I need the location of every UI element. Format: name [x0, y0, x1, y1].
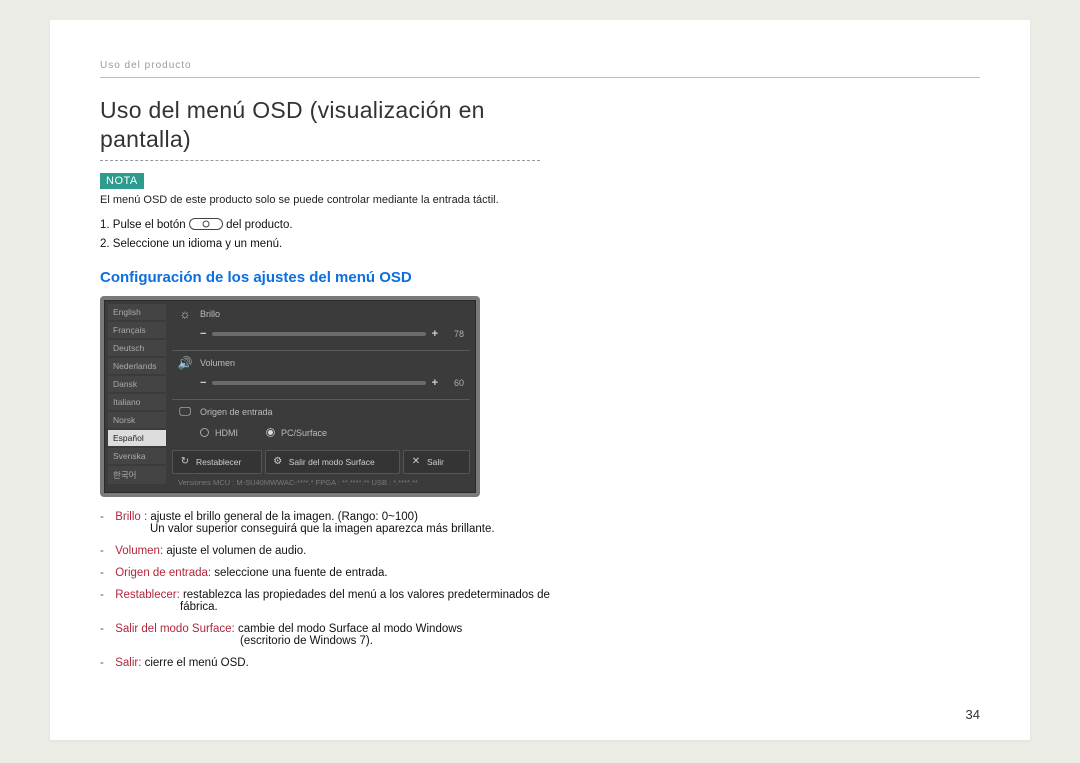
lang-deutsch[interactable]: Deutsch: [108, 340, 166, 356]
radio-off-icon: [200, 428, 209, 437]
exit-button[interactable]: ✕Salir: [403, 450, 470, 474]
lang-svenska[interactable]: Svenska: [108, 448, 166, 464]
header-rule: [100, 77, 980, 78]
version-row: Versiones MCU : M-SU40MWWAC-****.* FPGA …: [172, 474, 470, 489]
section-heading: Configuración de los ajustes del menú OS…: [100, 269, 980, 286]
page-number: 34: [966, 707, 980, 722]
volume-minus[interactable]: −: [200, 377, 206, 389]
def-origen: - Origen de entrada: seleccione una fuen…: [100, 567, 980, 579]
term-brillo: Brillo :: [115, 511, 147, 523]
breadcrumb: Uso del producto: [100, 60, 980, 71]
input-icon: 🖵: [176, 405, 194, 419]
brightness-minus[interactable]: −: [200, 328, 206, 340]
def-surface: - Salir del modo Surface: cambie del mod…: [100, 623, 980, 647]
lang-korean[interactable]: 한국어: [108, 466, 166, 484]
note-text: El menú OSD de este producto solo se pue…: [100, 194, 980, 206]
reset-icon: ↻: [179, 456, 191, 468]
close-icon: ✕: [410, 456, 422, 468]
step-1: 1. Pulse el botón del producto.: [100, 216, 980, 236]
term-origen: Origen de entrada:: [115, 567, 211, 579]
exit-surface-button[interactable]: ⚙Salir del modo Surface: [265, 450, 400, 474]
input-hdmi-option[interactable]: HDMI: [200, 428, 238, 438]
brightness-block: ☼ Brillo − + 78: [172, 304, 470, 346]
volume-icon: 🔊: [176, 356, 194, 370]
def-restablecer: - Restablecer: restablezca las propiedad…: [100, 589, 980, 613]
osd-main: ☼ Brillo − + 78 🔊 Volumen −: [166, 304, 472, 489]
separator: [172, 350, 470, 351]
osd-button-row: ↻Restablecer ⚙Salir del modo Surface ✕Sa…: [172, 450, 470, 474]
step-2: 2. Seleccione un idioma y un menú.: [100, 235, 980, 255]
input-pc-option[interactable]: PC/Surface: [266, 428, 327, 438]
def-volumen: - Volumen: ajuste el volumen de audio.: [100, 545, 980, 557]
term-surface: Salir del modo Surface:: [115, 623, 235, 635]
definitions-list: - Brillo : ajuste el brillo general de l…: [100, 511, 980, 669]
term-salir: Salir:: [115, 657, 141, 669]
step1-pre: 1. Pulse el botón: [100, 219, 189, 231]
page-title: Uso del menú OSD (visualización en panta…: [100, 96, 540, 161]
manual-page: Uso del producto Uso del menú OSD (visua…: [50, 20, 1030, 740]
volume-block: 🔊 Volumen − + 60: [172, 353, 470, 395]
def-brillo: - Brillo : ajuste el brillo general de l…: [100, 511, 980, 535]
volume-value: 60: [444, 378, 464, 388]
lang-francais[interactable]: Français: [108, 322, 166, 338]
step1-post: del producto.: [226, 219, 293, 231]
term-volumen: Volumen:: [115, 545, 163, 557]
steps-list: 1. Pulse el botón del producto. 2. Selec…: [100, 216, 980, 255]
brightness-slider-row: − + 78: [172, 324, 470, 346]
radio-on-icon: [266, 428, 275, 437]
volume-plus[interactable]: +: [432, 377, 438, 389]
brightness-icon: ☼: [176, 307, 194, 321]
brightness-slider[interactable]: [212, 332, 425, 336]
lang-espanol[interactable]: Español: [108, 430, 166, 446]
brightness-label: Brillo: [200, 309, 220, 319]
separator: [172, 399, 470, 400]
gear-icon: ⚙: [272, 456, 284, 468]
term-restablecer: Restablecer:: [115, 589, 180, 601]
lang-dansk[interactable]: Dansk: [108, 376, 166, 392]
lang-norsk[interactable]: Norsk: [108, 412, 166, 428]
volume-slider-row: − + 60: [172, 373, 470, 395]
osd-panel: English Français Deutsch Nederlands Dans…: [100, 296, 480, 497]
input-block: 🖵 Origen de entrada HDMI PC/Surface: [172, 402, 470, 446]
input-label: Origen de entrada: [200, 407, 273, 417]
reset-button[interactable]: ↻Restablecer: [172, 450, 262, 474]
lang-english[interactable]: English: [108, 304, 166, 320]
lang-nederlands[interactable]: Nederlands: [108, 358, 166, 374]
volume-label: Volumen: [200, 358, 235, 368]
language-list: English Français Deutsch Nederlands Dans…: [108, 304, 166, 489]
brightness-value: 78: [444, 329, 464, 339]
note-badge: NOTA: [100, 173, 144, 189]
power-button-icon: [189, 218, 223, 230]
def-salir: - Salir: cierre el menú OSD.: [100, 657, 980, 669]
volume-slider[interactable]: [212, 381, 425, 385]
brightness-plus[interactable]: +: [432, 328, 438, 340]
lang-italiano[interactable]: Italiano: [108, 394, 166, 410]
